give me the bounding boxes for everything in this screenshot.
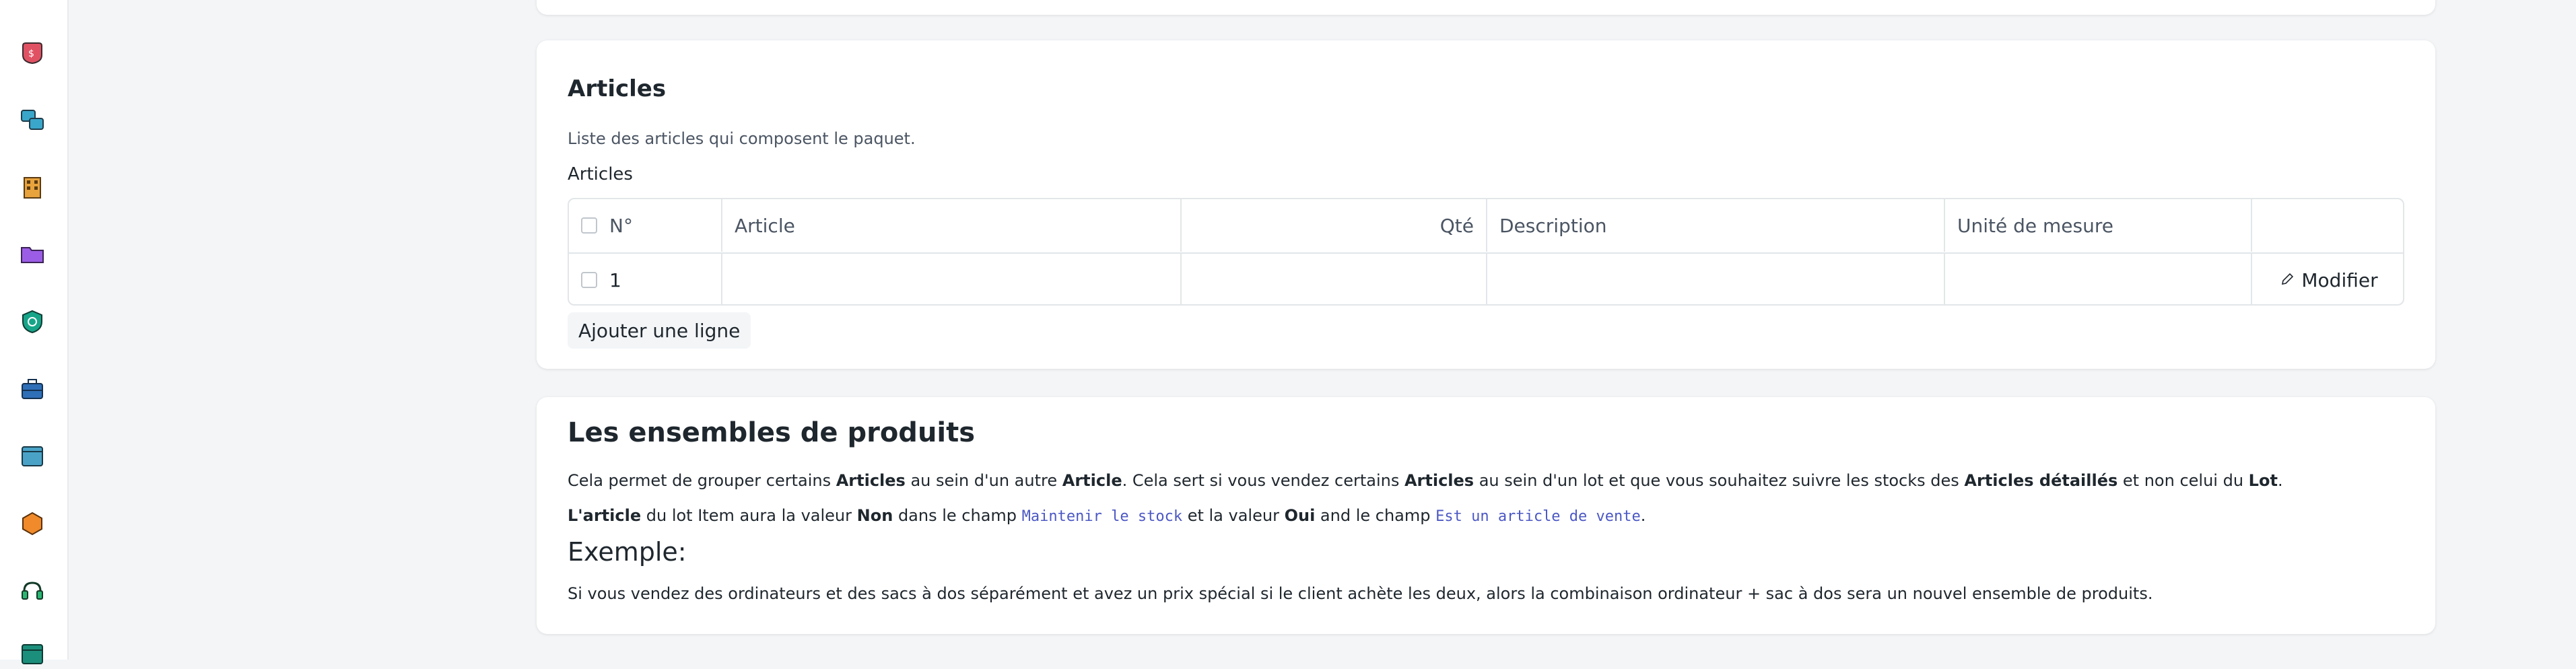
table-header-row: N° Article Qté Description Unité de mesu… [569, 199, 2403, 252]
row-qty-cell[interactable] [1180, 254, 1486, 304]
bold-segment: Article [1062, 471, 1122, 490]
text-segment: du lot Item aura la valeur [641, 506, 857, 525]
folder-icon[interactable] [18, 240, 47, 269]
column-header-article: Article [721, 199, 1180, 252]
hexagon-icon[interactable] [18, 509, 47, 538]
edit-row-label: Modifier [2301, 269, 2378, 291]
bundle-explanation-paragraph: Cela permet de grouper certains Articles… [568, 471, 2283, 490]
previous-section-card [537, 0, 2435, 15]
table-row[interactable]: 1 Modifier [569, 252, 2403, 304]
bold-segment: Non [856, 506, 893, 525]
text-segment: et la valeur [1182, 506, 1285, 525]
column-header-actions [2251, 199, 2403, 252]
bold-segment: Oui [1284, 506, 1316, 525]
bold-segment: Articles détaillés [1964, 471, 2118, 490]
articles-table: N° Article Qté Description Unité de mesu… [568, 198, 2404, 306]
briefcase-icon[interactable] [18, 374, 47, 404]
row-checkbox[interactable] [581, 272, 597, 288]
text-segment: . [1640, 506, 1646, 525]
select-all-checkbox[interactable] [581, 217, 597, 234]
website-icon[interactable] [18, 442, 47, 471]
bundle-settings-paragraph: L'article du lot Item aura la valeur Non… [568, 506, 1646, 525]
section-description: Liste des articles qui composent le paqu… [568, 129, 916, 148]
edit-row-button[interactable]: Modifier [2280, 269, 2378, 291]
code-field-name: Maintenir le stock [1021, 508, 1183, 525]
example-heading: Exemple: [568, 537, 687, 567]
row-description-cell[interactable] [1486, 254, 1944, 304]
buildings-icon[interactable] [18, 172, 47, 202]
bold-segment: L'article [568, 506, 642, 525]
text-segment: . [2277, 471, 2283, 490]
column-header-qty: Qté [1180, 199, 1486, 252]
column-header-uom: Unité de mesure [1944, 199, 2251, 252]
row-uom-cell[interactable] [1944, 254, 2251, 304]
row-no-cell[interactable]: 1 [569, 254, 721, 304]
text-segment: . Cela sert si vous vendez certains [1122, 471, 1404, 490]
add-row-button[interactable]: Ajouter une ligne [568, 312, 751, 349]
section-title: Les ensembles de produits [568, 417, 976, 448]
svg-text:$: $ [28, 48, 34, 59]
code-field-name: Est un article de vente [1435, 508, 1641, 525]
bold-segment: Articles [836, 471, 906, 490]
text-segment: au sein d'un autre [905, 471, 1062, 490]
articles-field-label: Articles [568, 164, 633, 184]
row-actions-cell: Modifier [2251, 254, 2403, 304]
text-segment: au sein d'un lot et que vous souhaitez s… [1474, 471, 1965, 490]
row-number: 1 [609, 269, 621, 291]
table-icon[interactable] [18, 639, 47, 669]
sidebar: $ [0, 0, 69, 664]
articles-section: Articles Liste des articles qui composen… [537, 40, 2435, 369]
product-bundles-info-section: Les ensembles de produits Cela permet de… [537, 397, 2435, 634]
stock-icon[interactable] [18, 105, 47, 135]
bold-segment: Articles [1404, 471, 1475, 490]
pencil-icon [2280, 269, 2295, 291]
text-segment: Cela permet de grouper certains [568, 471, 836, 490]
row-article-cell[interactable] [721, 254, 1180, 304]
text-segment: et non celui du [2117, 471, 2249, 490]
column-label-no: N° [609, 214, 633, 237]
column-header-description: Description [1486, 199, 1944, 252]
text-segment: and le champ [1315, 506, 1436, 525]
example-paragraph: Si vous vendez des ordinateurs et des sa… [568, 584, 2153, 603]
selling-icon[interactable]: $ [18, 38, 47, 67]
quality-shield-icon[interactable] [18, 307, 47, 337]
text-segment: dans le champ [893, 506, 1022, 525]
support-headset-icon[interactable] [18, 576, 47, 606]
bold-segment: Lot [2248, 471, 2278, 490]
section-title: Articles [568, 75, 667, 102]
column-header-no: N° [569, 199, 721, 252]
